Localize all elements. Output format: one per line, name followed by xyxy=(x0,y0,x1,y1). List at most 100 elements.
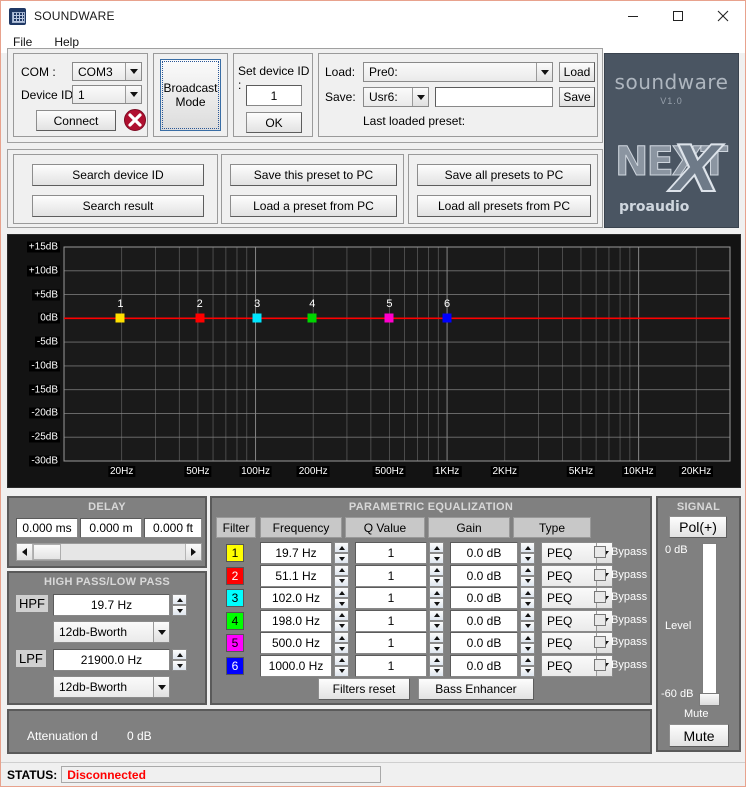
eq-frequency-input-4[interactable]: 198.0 Hz xyxy=(260,609,332,632)
hpf-spin-up[interactable] xyxy=(172,594,187,605)
eq-q-4-spin-down[interactable] xyxy=(429,620,444,632)
chevron-down-icon[interactable] xyxy=(125,63,141,80)
eq-bypass-checkbox-2[interactable] xyxy=(594,568,606,581)
eq-q-6-spin-up[interactable] xyxy=(429,654,444,666)
eq-gain-1-spinner[interactable] xyxy=(520,542,535,564)
eq-gain-1-spin-down[interactable] xyxy=(520,553,535,564)
eq-band-marker-3[interactable] xyxy=(252,313,262,323)
lpf-spinner[interactable] xyxy=(172,649,187,671)
eq-q-3-spinner[interactable] xyxy=(429,587,444,609)
eq-q-1-spin-down[interactable] xyxy=(429,553,444,564)
hpf-spin-down[interactable] xyxy=(172,605,187,616)
delay-ft-input[interactable]: 0.000 ft xyxy=(144,518,202,538)
eq-bypass-3[interactable]: Bypass xyxy=(594,591,647,603)
eq-filter-index-4[interactable]: 4 xyxy=(226,611,244,630)
eq-band-marker-5[interactable] xyxy=(384,313,394,323)
eq-frequency-6-spin-up[interactable] xyxy=(334,654,349,666)
eq-q-5-spin-down[interactable] xyxy=(429,643,444,654)
eq-gain-2-spin-down[interactable] xyxy=(520,575,535,587)
eq-filter-index-3[interactable]: 3 xyxy=(226,589,244,607)
eq-frequency-2-spin-up[interactable] xyxy=(334,564,349,576)
eq-gain-input-5[interactable]: 0.0 dB xyxy=(450,632,518,654)
eq-gain-6-spin-down[interactable] xyxy=(520,665,535,677)
eq-q-1-spin-up[interactable] xyxy=(429,542,444,553)
eq-q-5-spinner[interactable] xyxy=(429,632,444,654)
load-all-presets-button[interactable]: Load all presets from PC xyxy=(417,195,591,217)
eq-bypass-checkbox-6[interactable] xyxy=(594,658,606,671)
eq-bypass-checkbox-3[interactable] xyxy=(594,591,606,603)
eq-gain-input-6[interactable]: 0.0 dB xyxy=(450,654,518,677)
eq-band-marker-1[interactable] xyxy=(115,313,125,323)
load-a-preset-button[interactable]: Load a preset from PC xyxy=(230,195,397,217)
eq-q-4-spin-up[interactable] xyxy=(429,609,444,621)
eq-q-6-spin-down[interactable] xyxy=(429,665,444,677)
eq-frequency-3-spin-down[interactable] xyxy=(334,598,349,609)
eq-bypass-2[interactable]: Bypass xyxy=(594,568,647,581)
delay-scroll-left-button[interactable] xyxy=(17,544,33,560)
mute-button[interactable]: Mute xyxy=(669,724,729,747)
eq-q-4-spinner[interactable] xyxy=(429,609,444,632)
eq-gain-3-spin-up[interactable] xyxy=(520,587,535,598)
bass-enhancer-button[interactable]: Bass Enhancer xyxy=(418,678,534,700)
chevron-down-icon[interactable] xyxy=(153,622,169,642)
eq-bypass-5[interactable]: Bypass xyxy=(594,636,647,648)
lpf-type-select[interactable]: 12db-Bworth xyxy=(53,676,170,698)
eq-band-marker-6[interactable] xyxy=(442,313,452,323)
eq-gain-5-spinner[interactable] xyxy=(520,632,535,654)
eq-gain-4-spinner[interactable] xyxy=(520,609,535,632)
close-icon[interactable] xyxy=(700,1,745,31)
eq-q-2-spin-down[interactable] xyxy=(429,575,444,587)
eq-frequency-5-spin-up[interactable] xyxy=(334,632,349,643)
preset-save-select[interactable]: Usr6: xyxy=(363,87,429,107)
eq-bypass-checkbox-1[interactable] xyxy=(594,546,606,558)
eq-bypass-4[interactable]: Bypass xyxy=(594,613,647,626)
preset-save-name-input[interactable] xyxy=(435,87,553,107)
maximize-icon[interactable] xyxy=(655,1,700,31)
eq-bypass-6[interactable]: Bypass xyxy=(594,658,647,671)
delay-m-input[interactable]: 0.000 m xyxy=(80,518,142,538)
preset-save-button[interactable]: Save xyxy=(559,87,595,107)
eq-frequency-3-spin-up[interactable] xyxy=(334,587,349,598)
polarity-button[interactable]: Pol(+) xyxy=(669,516,727,538)
delay-scroll-thumb[interactable] xyxy=(33,544,61,560)
eq-q-input-3[interactable]: 1 xyxy=(355,587,427,609)
delay-ms-input[interactable]: 0.000 ms xyxy=(16,518,78,538)
eq-q-6-spinner[interactable] xyxy=(429,654,444,677)
eq-bypass-checkbox-5[interactable] xyxy=(594,636,606,648)
eq-bypass-1[interactable]: Bypass xyxy=(594,546,647,558)
filters-reset-button[interactable]: Filters reset xyxy=(318,678,410,700)
eq-q-input-6[interactable]: 1 xyxy=(355,654,427,677)
eq-bypass-checkbox-4[interactable] xyxy=(594,613,606,626)
set-device-id-ok-button[interactable]: OK xyxy=(246,112,302,133)
eq-filter-index-2[interactable]: 2 xyxy=(226,566,244,585)
preset-load-button[interactable]: Load xyxy=(559,62,595,82)
delay-scrollbar[interactable] xyxy=(16,543,202,561)
eq-response-graph[interactable]: +15dB +10dB +5dB 0dB -5dB -10dB -15dB -20dB -25d… xyxy=(7,234,741,488)
lpf-frequency-input[interactable]: 21900.0 Hz xyxy=(53,649,170,671)
eq-gain-3-spinner[interactable] xyxy=(520,587,535,609)
eq-q-2-spin-up[interactable] xyxy=(429,564,444,576)
chevron-down-icon[interactable] xyxy=(412,88,428,106)
eq-gain-6-spinner[interactable] xyxy=(520,654,535,677)
lpf-spin-up[interactable] xyxy=(172,649,187,660)
eq-gain-input-4[interactable]: 0.0 dB xyxy=(450,609,518,632)
eq-frequency-2-spin-down[interactable] xyxy=(334,575,349,587)
preset-load-select[interactable]: Pre0: xyxy=(363,62,553,82)
chevron-down-icon[interactable] xyxy=(153,677,169,697)
hpf-spinner[interactable] xyxy=(172,594,187,616)
eq-frequency-input-2[interactable]: 51.1 Hz xyxy=(260,564,332,587)
eq-q-input-5[interactable]: 1 xyxy=(355,632,427,654)
minimize-icon[interactable] xyxy=(610,1,655,31)
eq-frequency-1-spin-up[interactable] xyxy=(334,542,349,553)
eq-q-3-spin-up[interactable] xyxy=(429,587,444,598)
eq-gain-5-spin-down[interactable] xyxy=(520,643,535,654)
eq-frequency-1-spinner[interactable] xyxy=(334,542,349,564)
eq-q-input-1[interactable]: 1 xyxy=(355,542,427,564)
set-device-id-input[interactable]: 1 xyxy=(246,85,302,106)
eq-gain-6-spin-up[interactable] xyxy=(520,654,535,666)
eq-frequency-input-6[interactable]: 1000.0 Hz xyxy=(260,654,332,677)
eq-gain-4-spin-down[interactable] xyxy=(520,620,535,632)
save-this-preset-button[interactable]: Save this preset to PC xyxy=(230,164,397,186)
broadcast-mode-button[interactable]: Broadcast Mode xyxy=(160,59,221,131)
eq-frequency-3-spinner[interactable] xyxy=(334,587,349,609)
